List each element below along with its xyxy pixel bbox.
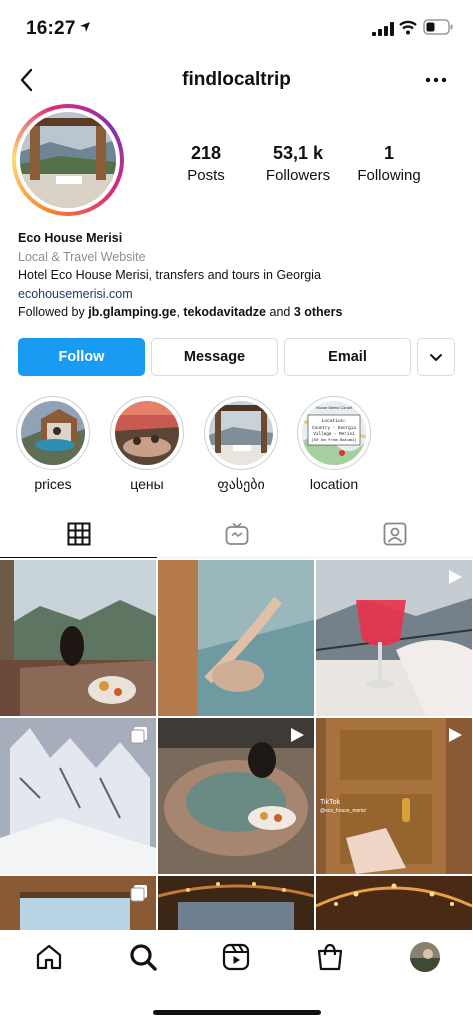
highlight-label: prices <box>34 476 72 492</box>
location-arrow-icon <box>80 22 90 32</box>
profile-tabs <box>0 510 473 558</box>
followed-others[interactable]: 3 others <box>294 305 343 319</box>
highlight-location[interactable]: House Merisi Салиб Location: Country - G… <box>297 396 371 492</box>
stat-posts[interactable]: 218 Posts <box>176 143 236 184</box>
profile-name: Eco House Merisi <box>18 231 123 245</box>
email-button[interactable]: Email <box>284 338 411 376</box>
carousel-badge-icon <box>130 727 147 744</box>
shop-icon[interactable] <box>315 942 345 972</box>
highlight-label: ფასები <box>217 476 265 492</box>
followed-and: and <box>266 305 294 319</box>
location-card-line3: Village - Merisi <box>313 432 355 437</box>
post-thumbnail[interactable] <box>316 876 472 930</box>
stat-following[interactable]: 1 Following <box>354 143 424 184</box>
location-card-line4: (50 km from Batumi) <box>311 438 357 443</box>
post-thumbnail[interactable]: TikTok @eco_house_merisi <box>316 718 472 874</box>
followed-user-2[interactable]: tekodavitadze <box>183 305 266 319</box>
follow-button[interactable]: Follow <box>18 338 145 376</box>
grid-icon <box>67 522 91 546</box>
post-thumbnail[interactable] <box>158 560 314 716</box>
followers-label: Followers <box>265 167 331 184</box>
message-button[interactable]: Message <box>151 338 278 376</box>
following-label: Following <box>357 167 421 184</box>
profile-username: findlocaltrip <box>182 69 291 90</box>
followed-by-prefix: Followed by <box>18 305 89 319</box>
posts-grid: TikTok @eco_house_merisi <box>0 560 473 930</box>
tagged-person-icon <box>383 522 407 546</box>
status-bar: 16:27 <box>0 0 473 56</box>
wifi-icon <box>399 20 417 35</box>
post-thumbnail[interactable] <box>0 876 156 930</box>
highlight-ceny[interactable]: цены <box>110 396 184 492</box>
carousel-badge-icon <box>130 885 147 902</box>
stat-followers[interactable]: 53,1 k Followers <box>262 143 334 184</box>
video-badge-icon <box>449 728 462 742</box>
tab-tagged[interactable] <box>316 510 473 558</box>
highlight-pasebi[interactable]: ფასები <box>204 396 278 493</box>
igtv-icon <box>225 522 249 545</box>
location-card-line1: Location: <box>322 418 347 424</box>
post-thumbnail[interactable] <box>158 718 314 874</box>
highlight-prices[interactable]: prices <box>16 396 90 492</box>
location-card-line2: Country - Georgia <box>312 426 356 431</box>
tab-posts-grid[interactable] <box>0 510 157 558</box>
more-options-icon[interactable] <box>424 74 448 86</box>
highlight-label: цены <box>130 476 164 492</box>
bottom-navigation <box>0 930 473 1024</box>
followers-count: 53,1 k <box>272 143 324 163</box>
profile-header: findlocaltrip <box>0 56 473 104</box>
suggested-accounts-button[interactable] <box>417 338 455 376</box>
battery-icon <box>423 19 453 35</box>
location-card-top: House Merisi Салиб <box>316 405 353 410</box>
post-thumbnail[interactable] <box>0 718 156 874</box>
profile-avatar[interactable] <box>12 104 124 216</box>
video-badge-icon <box>449 570 462 584</box>
posts-label: Posts <box>187 167 225 184</box>
highlight-label: location <box>309 476 359 492</box>
profile-category: Local & Travel Website <box>18 249 146 264</box>
post-thumbnail[interactable] <box>316 560 472 716</box>
posts-count: 218 <box>190 143 222 163</box>
profile-avatar-nav[interactable] <box>410 942 440 972</box>
home-indicator <box>153 1010 321 1015</box>
reels-icon[interactable] <box>221 942 251 972</box>
cellular-signal-icon <box>372 22 394 36</box>
search-icon[interactable] <box>128 942 158 972</box>
post-thumbnail[interactable] <box>0 560 156 716</box>
followed-user-1[interactable]: jb.glamping.ge <box>88 305 176 319</box>
status-time: 16:27 <box>26 18 76 39</box>
followed-by[interactable]: Followed by jb.glamping.ge, tekodavitadz… <box>18 303 458 322</box>
website-link[interactable]: ecohousemerisi.com <box>18 285 458 304</box>
chevron-down-icon <box>430 354 442 362</box>
tiktok-handle: @eco_house_merisi <box>320 808 366 814</box>
profile-bio: Eco House Merisi Local & Travel Website … <box>18 229 458 322</box>
tab-igtv[interactable] <box>158 510 315 558</box>
tiktok-label: TikTok <box>320 799 340 806</box>
video-badge-icon <box>291 728 304 742</box>
post-thumbnail[interactable] <box>158 876 314 930</box>
bio-description: Hotel Eco House Merisi, transfers and to… <box>18 268 321 282</box>
following-count: 1 <box>383 143 394 163</box>
home-icon[interactable] <box>34 942 64 972</box>
